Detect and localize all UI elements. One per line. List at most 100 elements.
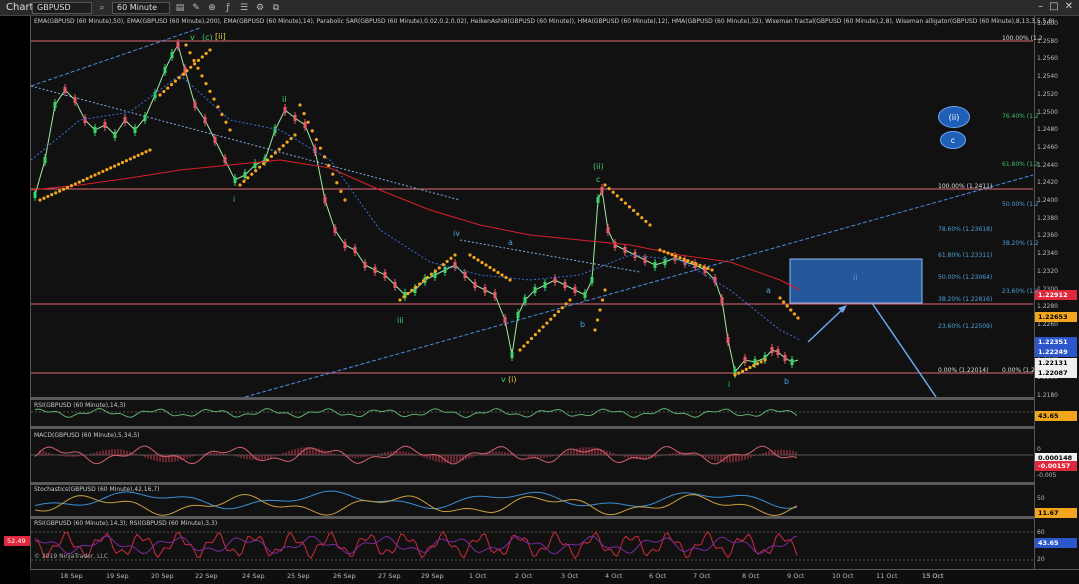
- sar-dot: [496, 270, 500, 275]
- stoch-axis-50: 50: [1037, 495, 1045, 502]
- price-axis-label: 1.2440: [1037, 161, 1058, 169]
- sar-dot: [285, 140, 289, 144]
- sar-dot: [640, 216, 644, 220]
- sar-dot: [414, 285, 418, 289]
- sar-dot: [560, 306, 564, 310]
- macd-pane-label: MACD(GBPUSD (60 Minute),5,34,5): [34, 432, 140, 439]
- sar-dot: [273, 151, 277, 155]
- wave-label-b: b: [580, 320, 586, 329]
- sar-dot: [50, 193, 54, 197]
- sar-dot: [568, 298, 572, 302]
- sar-dot: [763, 358, 767, 362]
- macd-signal-tag: -0.00157: [1035, 461, 1077, 471]
- sar-dot: [254, 169, 258, 173]
- sar-dot: [607, 187, 611, 191]
- candle-body: [790, 359, 794, 365]
- sar-dot: [302, 112, 306, 116]
- candle-body: [170, 52, 174, 58]
- macd-axis-low: -0.005: [1037, 472, 1057, 479]
- candle-body: [510, 352, 514, 358]
- sar-dot: [740, 369, 745, 373]
- copyright: © 2019 NinjaTrader, LLC: [34, 553, 108, 560]
- wave-circle-ii: (ii): [938, 106, 970, 128]
- sar-dot: [81, 178, 85, 182]
- sar-dot: [204, 82, 208, 86]
- sar-dot: [796, 316, 800, 320]
- sar-dot: [737, 371, 741, 375]
- fib-a-382: 38.20% (1.22816): [938, 296, 993, 303]
- sar-dot: [782, 300, 786, 304]
- sar-dot: [445, 259, 449, 264]
- sar-dot: [453, 253, 457, 257]
- sar-dot: [97, 171, 101, 175]
- price-tag-close: 1.22087: [1035, 368, 1077, 378]
- candle-body: [653, 262, 657, 268]
- sar-dot: [441, 263, 445, 267]
- sar-dot: [89, 175, 93, 179]
- date-axis-label: 11 Oct: [876, 572, 898, 580]
- candle-body: [43, 157, 47, 163]
- candle-body: [473, 282, 477, 288]
- sar-dot: [752, 364, 756, 368]
- price-line: [34, 43, 799, 374]
- candle-body: [600, 187, 604, 193]
- candle-body: [720, 297, 724, 303]
- candle-body: [563, 282, 567, 288]
- sar-dot: [77, 180, 81, 184]
- sar-dot: [662, 249, 666, 254]
- sar-dot: [343, 198, 347, 202]
- candle-body: [743, 357, 747, 363]
- wave-label-c: (c): [202, 33, 213, 42]
- wave-label-ii-box: ii: [853, 273, 858, 282]
- stoch-value-tag: 11.67: [1035, 508, 1077, 518]
- sar-dot: [42, 196, 46, 200]
- price-chart-canvas[interactable]: [0, 0, 1079, 584]
- candle-body: [323, 197, 327, 203]
- sar-dot: [698, 263, 702, 267]
- date-axis-label: 19 Sep: [106, 572, 129, 580]
- candle-body: [783, 355, 787, 361]
- sar-dot: [468, 253, 472, 257]
- candle-body: [103, 122, 107, 128]
- sar-dot: [54, 191, 58, 195]
- price-axis-label: 1.2360: [1037, 232, 1058, 240]
- price-axis-label: 1.2480: [1037, 126, 1058, 134]
- sar-dot: [627, 205, 632, 209]
- sar-dot: [188, 51, 192, 55]
- sar-dot: [246, 176, 250, 180]
- sar-dot: [177, 76, 181, 80]
- sar-dot: [162, 89, 166, 94]
- date-axis-label: 8 Oct: [742, 572, 760, 580]
- sar-dot: [310, 129, 314, 133]
- date-axis-label: 22 Sep: [195, 572, 218, 580]
- price-axis-label: 1.2520: [1037, 90, 1058, 98]
- candle-body: [503, 317, 507, 323]
- fib-b-764: 76.40% (1.2: [1002, 113, 1039, 120]
- wave-label-v-low: v: [501, 375, 506, 384]
- sar-dot: [433, 269, 437, 273]
- sar-dot: [484, 263, 488, 267]
- wave-label-a: a: [508, 238, 513, 247]
- date-axis-label: 4 Oct: [605, 572, 623, 580]
- sar-dot: [173, 79, 177, 83]
- candle-body: [453, 262, 457, 268]
- fib-a-100: 100.00% (1.2411): [938, 183, 993, 190]
- sar-dot: [533, 333, 537, 337]
- sar-dot: [250, 172, 254, 176]
- price-tag-ema50: 1.22351: [1035, 337, 1077, 347]
- rsi2-fast-line: [34, 530, 798, 560]
- sar-dot: [706, 266, 710, 271]
- candle-body: [143, 115, 147, 121]
- candle-body: [293, 115, 297, 121]
- price-axis-label: 1.2400: [1037, 197, 1058, 204]
- wave-circle-c: c: [940, 131, 966, 149]
- sar-dot: [69, 184, 74, 188]
- candle-body: [643, 257, 647, 263]
- sar-dot: [545, 321, 549, 325]
- fib-b-100: 100.00% (1.2: [1002, 35, 1043, 42]
- candle-body: [243, 172, 247, 178]
- sar-dot: [306, 120, 310, 124]
- candle-body: [770, 347, 774, 353]
- wave-label-ii-paren: (ii): [593, 162, 604, 171]
- sar-dot: [58, 189, 62, 193]
